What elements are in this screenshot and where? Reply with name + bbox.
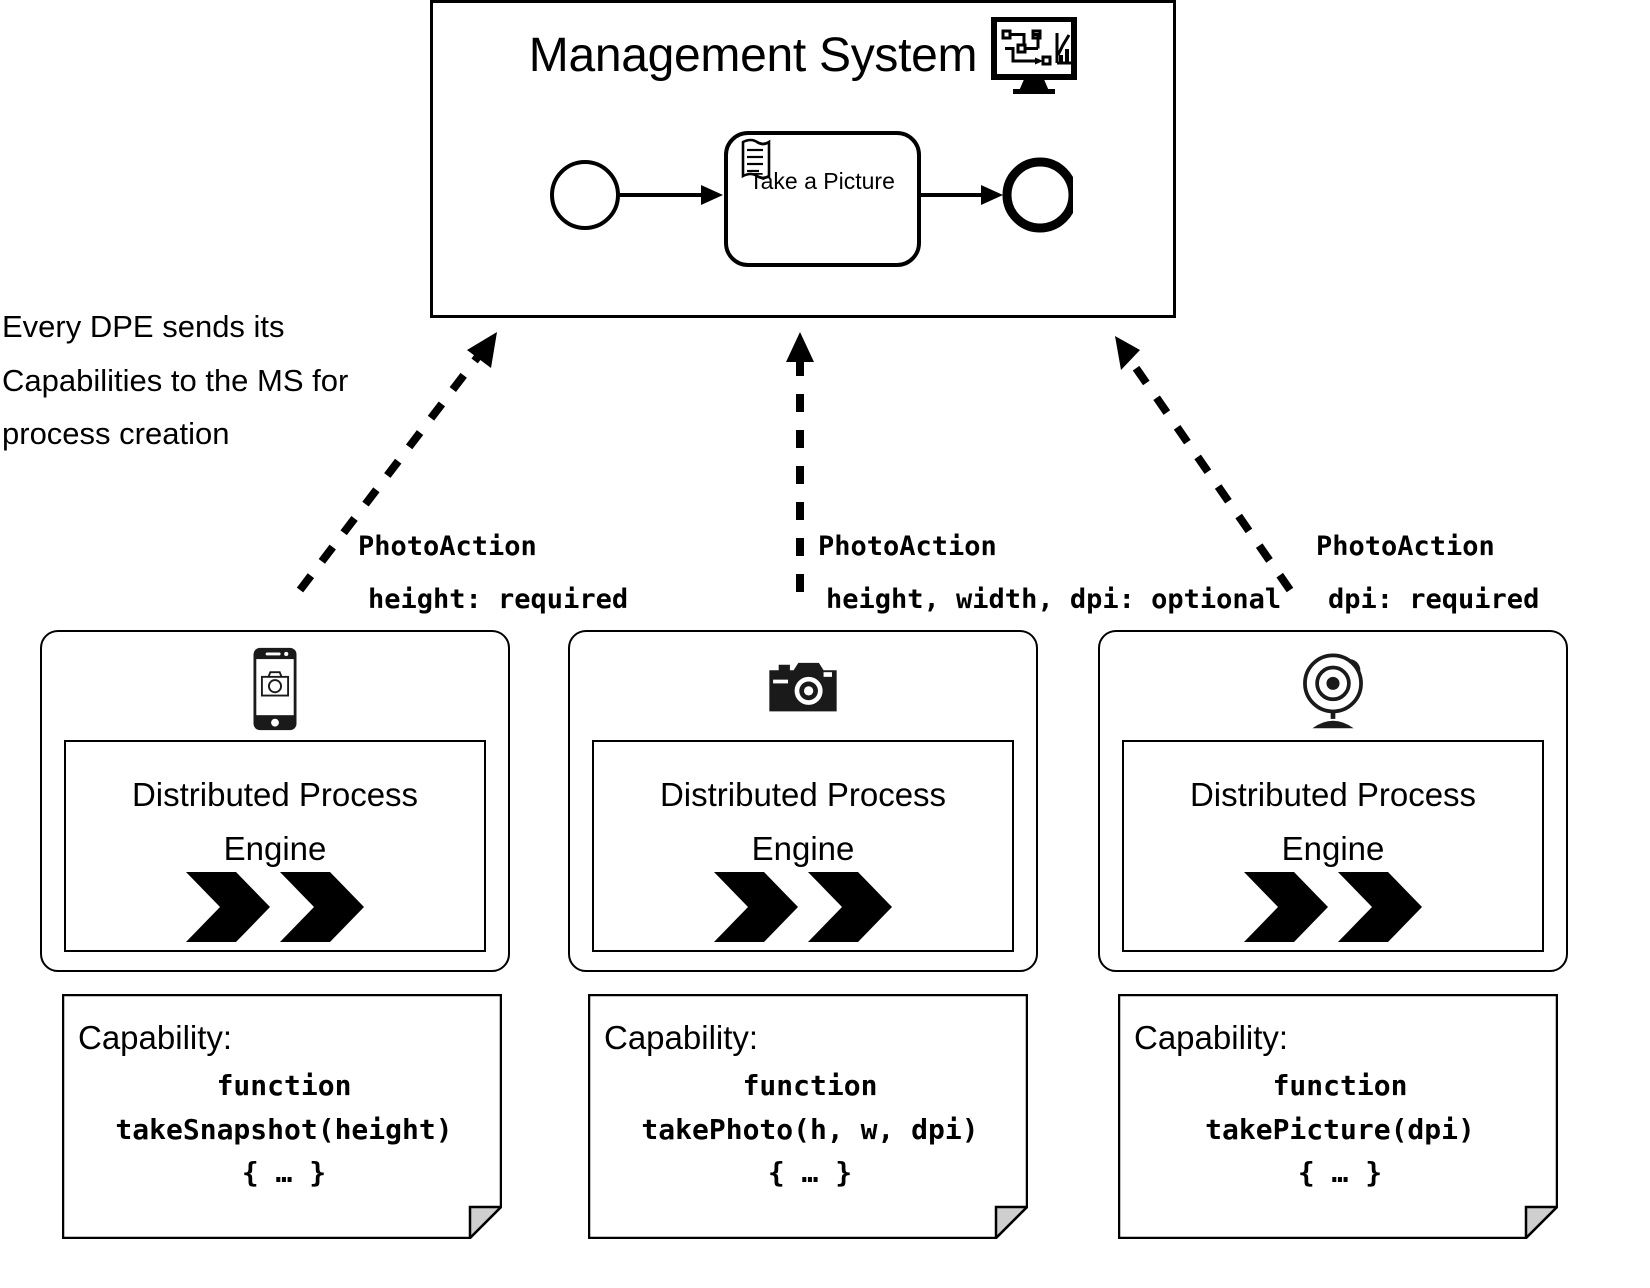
dpe-label-line1: Distributed Process (131, 776, 419, 813)
dpe-label-line1: Distributed Process (1189, 776, 1477, 813)
dpe-inner-box-1: Distributed Process Engine (64, 740, 486, 952)
capability-arrow-2 (786, 332, 814, 592)
double-chevron-icon (712, 870, 894, 944)
smartphone-camera-icon (235, 646, 315, 732)
bpmn-process: Take a Picture (543, 113, 1073, 273)
capability-note-heading: Capability: (604, 1019, 759, 1056)
capability-label-2: PhotoAction height, width, dpi: optional (818, 532, 1281, 614)
management-system-monitor-icon (991, 16, 1078, 95)
capability-label-title: PhotoAction (1316, 531, 1495, 562)
dpe-label-line2: Engine (223, 830, 327, 868)
dslr-camera-icon (763, 646, 843, 732)
dpe-card-1: Distributed Process Engine (40, 630, 510, 972)
page-title: Management System (528, 29, 978, 82)
capability-note-code-line3: { … } (767, 1156, 853, 1190)
capability-note-code-line1: function (1272, 1069, 1408, 1103)
capability-label-params: height: required (368, 583, 629, 615)
capability-label-title: PhotoAction (818, 531, 997, 562)
capability-label-params: height, width, dpi: optional (826, 583, 1282, 615)
capability-note-code-line1: function (742, 1069, 878, 1103)
dpe-inner-box-3: Distributed Process Engine (1122, 740, 1544, 952)
capability-note-1: Capability: function takeSnapshot(height… (62, 994, 502, 1239)
capability-note-heading: Capability: (78, 1019, 233, 1056)
capability-note-content: Capability: function takePicture(dpi) { … (1118, 994, 1558, 1239)
dpe-inner-box-2: Distributed Process Engine (592, 740, 1014, 952)
bpmn-task-label: Take a Picture (749, 168, 895, 194)
capability-label-params: dpi: required (1328, 583, 1540, 615)
dpe-card-2: Distributed Process Engine (568, 630, 1038, 972)
dpe-card-3: Distributed Process Engine (1098, 630, 1568, 972)
dpe-label-2: Distributed Process Engine (594, 768, 1012, 877)
capability-label-3: PhotoAction dpi: required (1316, 532, 1539, 614)
capability-note-3: Capability: function takePicture(dpi) { … (1118, 994, 1558, 1239)
capability-note-code-line2: takePhoto(h, w, dpi) (641, 1112, 979, 1146)
annotation-text: Every DPE sends its Capabilities to the … (2, 309, 349, 452)
capability-note-code-line3: { … } (1297, 1156, 1383, 1190)
webcam-icon (1293, 646, 1373, 732)
dpe-label-1: Distributed Process Engine (66, 768, 484, 877)
capability-note-content: Capability: function takeSnapshot(height… (62, 994, 502, 1239)
capability-label-1: PhotoAction height: required (358, 532, 628, 614)
diagram-canvas: Management System Take a Picture Every D… (0, 0, 1650, 1288)
management-system-box: Management System Take a Picture (430, 0, 1176, 318)
capability-note-code-line3: { … } (241, 1156, 327, 1190)
capability-note-code-line2: takePicture(dpi) (1205, 1112, 1475, 1146)
capability-note-code-line1: function (216, 1069, 352, 1103)
double-chevron-icon (1242, 870, 1424, 944)
capability-note-heading: Capability: (1134, 1019, 1289, 1056)
capability-label-title: PhotoAction (358, 531, 537, 562)
dpe-label-line2: Engine (1281, 830, 1385, 868)
dpe-label-line2: Engine (751, 830, 855, 868)
capability-note-content: Capability: function takePhoto(h, w, dpi… (588, 994, 1028, 1239)
capability-note-2: Capability: function takePhoto(h, w, dpi… (588, 994, 1028, 1239)
management-system-header: Management System (433, 16, 1173, 95)
capability-note-code-line2: takeSnapshot(height) (115, 1112, 453, 1146)
dpe-label-3: Distributed Process Engine (1124, 768, 1542, 877)
dpe-label-line1: Distributed Process (659, 776, 947, 813)
double-chevron-icon (184, 870, 366, 944)
